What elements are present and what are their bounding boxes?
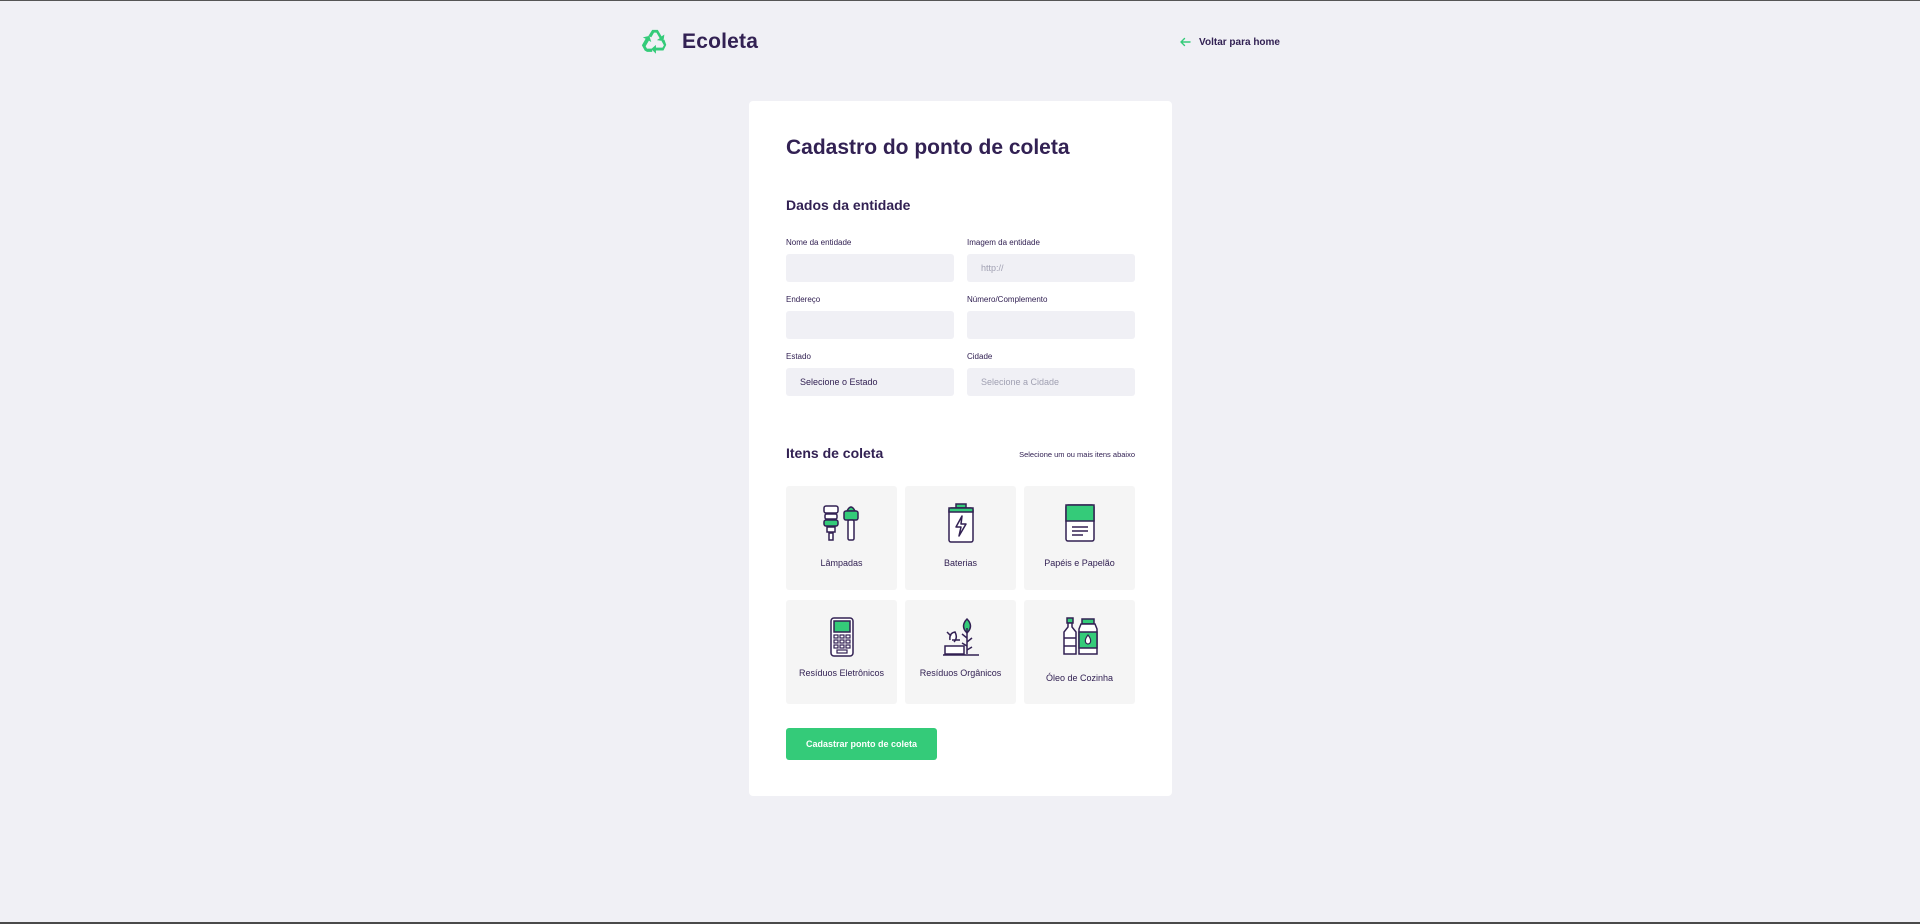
number-complement-label: Número/Complemento bbox=[967, 295, 1048, 304]
oil-bottles-icon bbox=[1063, 617, 1098, 655]
page-header: Ecoleta Voltar para home bbox=[640, 26, 1280, 58]
recycle-icon bbox=[641, 29, 667, 54]
items-section-hint: Selecione um ou mais itens abaixo bbox=[1019, 450, 1135, 459]
state-label: Estado bbox=[786, 352, 811, 361]
item-label: Resíduos Eletrônicos bbox=[798, 668, 885, 678]
item-residuos-eletronicos[interactable]: Resíduos Eletrônicos bbox=[786, 600, 897, 704]
item-papeis-papelao[interactable]: Papéis e Papelão bbox=[1024, 486, 1135, 590]
submit-button[interactable]: Cadastrar ponto de coleta bbox=[786, 728, 937, 760]
state-select[interactable]: Selecione o Estado bbox=[786, 368, 954, 396]
number-complement-input[interactable] bbox=[967, 311, 1135, 339]
app-logo: Ecoleta bbox=[640, 27, 758, 57]
address-input[interactable] bbox=[786, 311, 954, 339]
entity-image-input[interactable] bbox=[967, 254, 1135, 282]
entity-section-title: Dados da entidade bbox=[786, 197, 911, 213]
organic-waste-icon bbox=[943, 617, 979, 656]
app-name: Ecoleta bbox=[682, 30, 759, 53]
battery-icon bbox=[948, 503, 974, 543]
item-residuos-organicos[interactable]: Resíduos Orgânicos bbox=[905, 600, 1016, 704]
arrow-left-icon bbox=[1180, 37, 1191, 47]
item-label: Papéis e Papelão bbox=[1044, 558, 1115, 568]
page-title: Cadastro do ponto de coleta bbox=[786, 136, 1070, 159]
city-label: Cidade bbox=[967, 352, 993, 361]
window-top-border bbox=[0, 0, 1920, 1]
address-label: Endereço bbox=[786, 295, 821, 304]
item-label: Óleo de Cozinha bbox=[1045, 673, 1114, 683]
entity-name-label: Nome da entidade bbox=[786, 238, 852, 247]
entity-image-label: Imagem da entidade bbox=[967, 238, 1040, 247]
light-bulbs-icon bbox=[823, 505, 859, 541]
entity-name-input[interactable] bbox=[786, 254, 954, 282]
item-label: Lâmpadas bbox=[820, 558, 863, 568]
item-lampadas[interactable]: Lâmpadas bbox=[786, 486, 897, 590]
paper-icon bbox=[1065, 504, 1095, 542]
city-select[interactable]: Selecione a Cidade bbox=[967, 368, 1135, 396]
back-home-link[interactable]: Voltar para home bbox=[1179, 36, 1280, 48]
items-section-title: Itens de coleta bbox=[786, 445, 884, 461]
registration-card: Cadastro do ponto de coleta Dados da ent… bbox=[749, 101, 1172, 796]
item-label: Baterias bbox=[943, 558, 978, 568]
item-label: Resíduos Orgânicos bbox=[919, 668, 1002, 678]
electronic-device-icon bbox=[830, 617, 854, 657]
item-oleo-cozinha[interactable]: Óleo de Cozinha bbox=[1024, 600, 1135, 704]
item-baterias[interactable]: Baterias bbox=[905, 486, 1016, 590]
back-home-label: Voltar para home bbox=[1199, 36, 1280, 48]
